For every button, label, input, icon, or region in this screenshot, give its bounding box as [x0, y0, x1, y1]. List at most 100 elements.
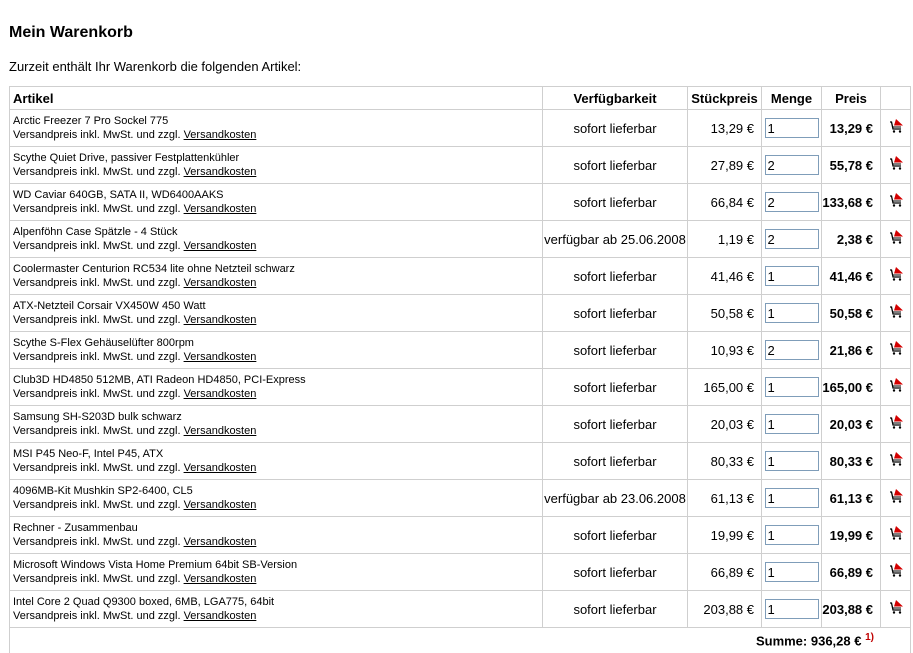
- cart-row: ATX-Netzteil Corsair VX450W 450 Watt Ver…: [10, 295, 911, 332]
- item-availability: sofort lieferbar: [543, 332, 688, 369]
- item-availability: sofort lieferbar: [543, 517, 688, 554]
- item-unit-price: 19,99 €: [688, 517, 762, 554]
- item-total: 19,99 €: [822, 517, 881, 554]
- shipping-costs-link[interactable]: Versandkosten: [184, 129, 257, 141]
- cart-remove-icon[interactable]: [888, 488, 904, 504]
- cart-row: Intel Core 2 Quad Q9300 boxed, 6MB, LGA7…: [10, 591, 911, 628]
- shipping-costs-link[interactable]: Versandkosten: [184, 277, 257, 289]
- item-shipping-note: Versandpreis inkl. MwSt. und zzgl. Versa…: [13, 313, 542, 327]
- item-shipping-note: Versandpreis inkl. MwSt. und zzgl. Versa…: [13, 609, 542, 623]
- shipping-costs-link[interactable]: Versandkosten: [184, 166, 257, 178]
- cart-remove-icon[interactable]: [888, 229, 904, 245]
- item-total: 66,89 €: [822, 554, 881, 591]
- sum-footnote-marker[interactable]: 1): [865, 632, 874, 643]
- item-availability: sofort lieferbar: [543, 295, 688, 332]
- item-unit-price: 27,89 €: [688, 147, 762, 184]
- quantity-input[interactable]: [765, 451, 819, 471]
- cart-row: Scythe Quiet Drive, passiver Festplatten…: [10, 147, 911, 184]
- shipping-costs-link[interactable]: Versandkosten: [184, 610, 257, 622]
- shipping-prefix: Versandpreis inkl. MwSt. und zzgl.: [13, 388, 184, 400]
- cart-remove-icon[interactable]: [888, 266, 904, 282]
- item-unit-price: 203,88 €: [688, 591, 762, 628]
- cart-remove-icon[interactable]: [888, 562, 904, 578]
- header-preis: Preis: [822, 87, 881, 110]
- cart-remove-icon[interactable]: [888, 414, 904, 430]
- item-total: 41,46 €: [822, 258, 881, 295]
- item-shipping-note: Versandpreis inkl. MwSt. und zzgl. Versa…: [13, 165, 542, 179]
- item-name: MSI P45 Neo-F, Intel P45, ATX: [13, 447, 542, 461]
- item-shipping-note: Versandpreis inkl. MwSt. und zzgl. Versa…: [13, 239, 542, 253]
- quantity-input[interactable]: [765, 192, 819, 212]
- item-total: 50,58 €: [822, 295, 881, 332]
- quantity-input[interactable]: [765, 562, 819, 582]
- cart-remove-icon[interactable]: [888, 451, 904, 467]
- cart-remove-icon[interactable]: [888, 303, 904, 319]
- item-cell: Samsung SH-S203D bulk schwarz Versandpre…: [10, 406, 543, 443]
- item-name: WD Caviar 640GB, SATA II, WD6400AAKS: [13, 188, 542, 202]
- item-total: 21,86 €: [822, 332, 881, 369]
- cart-remove-icon[interactable]: [888, 118, 904, 134]
- shipping-costs-link[interactable]: Versandkosten: [184, 351, 257, 363]
- cart-row: WD Caviar 640GB, SATA II, WD6400AAKS Ver…: [10, 184, 911, 221]
- item-remove-cell: [881, 443, 911, 480]
- item-availability: sofort lieferbar: [543, 184, 688, 221]
- item-name: 4096MB-Kit Mushkin SP2-6400, CL5: [13, 484, 542, 498]
- quantity-input[interactable]: [765, 377, 819, 397]
- cart-remove-icon[interactable]: [888, 377, 904, 393]
- item-total: 20,03 €: [822, 406, 881, 443]
- quantity-input[interactable]: [765, 414, 819, 434]
- shipping-costs-link[interactable]: Versandkosten: [184, 462, 257, 474]
- quantity-input[interactable]: [765, 488, 819, 508]
- item-remove-cell: [881, 295, 911, 332]
- item-total: 80,33 €: [822, 443, 881, 480]
- cart-row: Alpenföhn Case Spätzle - 4 Stück Versand…: [10, 221, 911, 258]
- shipping-costs-link[interactable]: Versandkosten: [184, 388, 257, 400]
- item-remove-cell: [881, 221, 911, 258]
- cart-remove-icon[interactable]: [888, 525, 904, 541]
- item-unit-price: 66,84 €: [688, 184, 762, 221]
- item-unit-price: 13,29 €: [688, 110, 762, 147]
- item-name: Arctic Freezer 7 Pro Sockel 775: [13, 114, 542, 128]
- item-total: 2,38 €: [822, 221, 881, 258]
- cart-table: Artikel Verfügbarkeit Stückpreis Menge P…: [9, 86, 911, 653]
- item-shipping-note: Versandpreis inkl. MwSt. und zzgl. Versa…: [13, 535, 542, 549]
- cart-remove-icon[interactable]: [888, 340, 904, 356]
- item-name: ATX-Netzteil Corsair VX450W 450 Watt: [13, 299, 542, 313]
- shipping-costs-link[interactable]: Versandkosten: [184, 240, 257, 252]
- quantity-input[interactable]: [765, 340, 819, 360]
- quantity-input[interactable]: [765, 303, 819, 323]
- item-availability: sofort lieferbar: [543, 110, 688, 147]
- item-unit-price: 165,00 €: [688, 369, 762, 406]
- item-cell: Alpenföhn Case Spätzle - 4 Stück Versand…: [10, 221, 543, 258]
- item-total: 165,00 €: [822, 369, 881, 406]
- cart-remove-icon[interactable]: [888, 192, 904, 208]
- item-cell: ATX-Netzteil Corsair VX450W 450 Watt Ver…: [10, 295, 543, 332]
- shipping-costs-link[interactable]: Versandkosten: [184, 203, 257, 215]
- item-availability: sofort lieferbar: [543, 147, 688, 184]
- shipping-prefix: Versandpreis inkl. MwSt. und zzgl.: [13, 425, 184, 437]
- quantity-input[interactable]: [765, 525, 819, 545]
- item-availability: sofort lieferbar: [543, 554, 688, 591]
- item-unit-price: 80,33 €: [688, 443, 762, 480]
- item-name: Coolermaster Centurion RC534 lite ohne N…: [13, 262, 542, 276]
- cart-row: MSI P45 Neo-F, Intel P45, ATX Versandpre…: [10, 443, 911, 480]
- shipping-costs-link[interactable]: Versandkosten: [184, 536, 257, 548]
- item-shipping-note: Versandpreis inkl. MwSt. und zzgl. Versa…: [13, 387, 542, 401]
- quantity-input[interactable]: [765, 266, 819, 286]
- shipping-costs-link[interactable]: Versandkosten: [184, 499, 257, 511]
- quantity-input[interactable]: [765, 155, 819, 175]
- quantity-input[interactable]: [765, 118, 819, 138]
- cart-remove-icon[interactable]: [888, 599, 904, 615]
- shipping-costs-link[interactable]: Versandkosten: [184, 573, 257, 585]
- shipping-prefix: Versandpreis inkl. MwSt. und zzgl.: [13, 277, 184, 289]
- quantity-input[interactable]: [765, 599, 819, 619]
- shipping-prefix: Versandpreis inkl. MwSt. und zzgl.: [13, 166, 184, 178]
- shipping-prefix: Versandpreis inkl. MwSt. und zzgl.: [13, 203, 184, 215]
- quantity-input[interactable]: [765, 229, 819, 249]
- shipping-costs-link[interactable]: Versandkosten: [184, 425, 257, 437]
- cart-intro-text: Zurzeit enthält Ihr Warenkorb die folgen…: [9, 59, 301, 74]
- shipping-costs-link[interactable]: Versandkosten: [184, 314, 257, 326]
- item-cell: Arctic Freezer 7 Pro Sockel 775 Versandp…: [10, 110, 543, 147]
- cart-row: Samsung SH-S203D bulk schwarz Versandpre…: [10, 406, 911, 443]
- cart-remove-icon[interactable]: [888, 155, 904, 171]
